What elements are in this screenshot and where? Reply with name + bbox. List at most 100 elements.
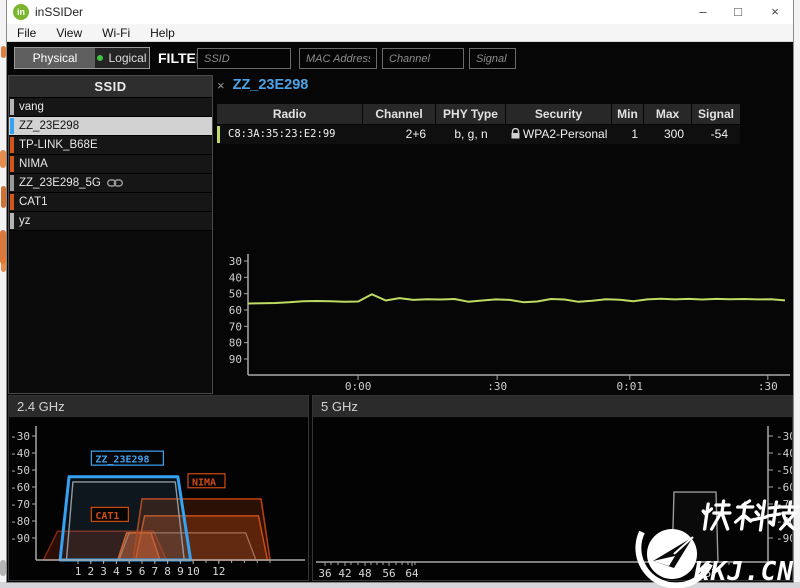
band-24ghz-chart: -30-40-50-60-70-80-901234567891012ZZ_23E… (9, 418, 308, 580)
y-tick-label: -60 (10, 481, 30, 494)
radio-signal: -54 (692, 125, 740, 144)
edge-artifact (1, 46, 6, 58)
ssid-list-item[interactable]: TP-LINK_B68E (9, 136, 212, 155)
x-tick-label: 6 (139, 565, 146, 578)
ssid-column-header[interactable]: SSID (9, 76, 212, 98)
ssid-color-bar (10, 137, 14, 153)
signal-filter-input[interactable] (469, 48, 516, 69)
ssid-sidebar: SSID vang ZZ_23E298 TP-LINK_B68E NIMA ZZ_23E… (8, 75, 213, 394)
x-tick-label: 56 (382, 567, 395, 580)
x-tick-label: 0:00 (345, 380, 372, 392)
x-tick-label: 7 (151, 565, 158, 578)
network-label-text: CAT1 (95, 511, 119, 522)
y-tick-label: -60 (228, 304, 242, 317)
y-tick-label: -90 (228, 353, 242, 366)
edge-artifact (1, 186, 6, 208)
x-tick-label: 1 (75, 565, 82, 578)
x-tick-label: 48 (358, 567, 371, 580)
ssid-label: NIMA (19, 158, 48, 170)
network-label-text: NIMA (192, 477, 216, 488)
radio-max: 300 (644, 125, 692, 144)
page-right-strip (793, 0, 800, 582)
network-shape (672, 492, 718, 562)
col-min[interactable]: Min (612, 104, 644, 124)
y-tick-label: -80 (228, 337, 242, 350)
radio-phy: b, g, n (436, 125, 506, 144)
x-tick-label: :30 (758, 380, 778, 392)
edge-artifact (0, 150, 6, 168)
app-window: in inSSIDer – □ × FileViewWi-FiHelp Phys… (7, 0, 793, 582)
menu-bar: FileViewWi-FiHelp (7, 24, 793, 42)
col-security[interactable]: Security (506, 104, 612, 124)
edge-artifact (1, 258, 6, 272)
ssid-color-bar (10, 194, 14, 210)
ssid-list-item[interactable]: ZZ_23E298 (9, 117, 212, 136)
physical-toggle-button[interactable]: Physical (15, 48, 95, 68)
ssid-filter-input[interactable] (197, 48, 291, 69)
band-5ghz-chart: -30-40-50-60-70-80-903642485664149157 (313, 418, 792, 580)
ssid-label: ZZ_23E298 (19, 120, 79, 132)
window-title: inSSIDer (35, 5, 83, 19)
ssid-label: CAT1 (19, 196, 48, 208)
link-icon (107, 179, 123, 187)
network-label-text: ZZ_23E298 (95, 455, 149, 466)
radio-mac: C8:3A:35:23:E2:99 (217, 125, 363, 144)
maximize-button[interactable]: □ (721, 0, 755, 24)
y-tick-label: -30 (10, 430, 30, 443)
tab-close-icon[interactable]: × (217, 78, 225, 93)
ssid-label: ZZ_23E298_5G (19, 177, 101, 189)
ssid-color-bar (10, 213, 14, 229)
logical-toggle-button[interactable]: Logical (95, 48, 149, 68)
minimize-button[interactable]: – (686, 0, 720, 24)
x-tick-label: 9 (177, 565, 184, 578)
signal-time-chart: -30-40-50-60-70-80-900:00:300:01:30 (228, 248, 792, 392)
col-phy[interactable]: PHY Type (436, 104, 506, 124)
col-signal[interactable]: Signal (692, 104, 740, 124)
menu-view[interactable]: View (46, 24, 92, 42)
close-button[interactable]: × (758, 0, 792, 24)
ssid-color-bar (10, 156, 14, 172)
y-tick-label: -50 (228, 288, 242, 301)
y-tick-label: -70 (228, 320, 242, 333)
col-radio[interactable]: Radio (217, 104, 363, 124)
radio-min: 1 (612, 125, 644, 144)
radio-table-row[interactable]: C8:3A:35:23:E2:99 2+6 b, g, n WPA2-Perso… (217, 125, 740, 144)
y-tick-label: -50 (776, 464, 792, 477)
x-tick-label: :30 (487, 380, 507, 392)
y-tick-label: -60 (776, 481, 792, 494)
x-tick-label: 4 (113, 565, 120, 578)
ssid-list-item[interactable]: CAT1 (9, 193, 212, 212)
y-tick-label: -40 (10, 447, 30, 460)
ssid-list-item[interactable]: vang (9, 98, 212, 117)
title-bar[interactable]: in inSSIDer – □ × (7, 0, 793, 24)
x-tick-label: 157 (698, 567, 718, 580)
logical-active-dot (97, 55, 103, 61)
physical-label: Physical (33, 51, 78, 65)
tab-title: ZZ_23E298 (233, 77, 309, 93)
y-tick-label: -30 (228, 255, 242, 268)
menu-wifi[interactable]: Wi-Fi (92, 24, 140, 42)
menu-file[interactable]: File (7, 24, 46, 42)
x-tick-label: 64 (405, 567, 419, 580)
ssid-list-item[interactable]: NIMA (9, 155, 212, 174)
y-tick-label: -70 (10, 498, 30, 511)
x-tick-label: 3 (100, 565, 107, 578)
logical-label: Logical (108, 51, 146, 65)
y-tick-label: -80 (776, 515, 792, 528)
ssid-list-item[interactable]: yz (9, 212, 212, 231)
col-channel[interactable]: Channel (363, 104, 436, 124)
channel-filter-input[interactable] (382, 48, 464, 69)
x-tick-label: 8 (164, 565, 171, 578)
x-tick-label: 10 (187, 565, 200, 578)
ssid-list-item[interactable]: ZZ_23E298_5G (9, 174, 212, 193)
radio-table-header: Radio Channel PHY Type Security Min Max … (217, 104, 740, 124)
menu-help[interactable]: Help (140, 24, 185, 42)
x-tick-label: 149 (661, 567, 681, 580)
mac-filter-input[interactable] (299, 48, 377, 69)
band-24ghz-title: 2.4 GHz (9, 396, 308, 418)
app-icon: in (13, 4, 29, 20)
ssid-color-bar (10, 118, 14, 134)
col-max[interactable]: Max (644, 104, 692, 124)
network-detail-tab[interactable]: × ZZ_23E298 (217, 77, 308, 93)
lock-icon (511, 128, 520, 139)
